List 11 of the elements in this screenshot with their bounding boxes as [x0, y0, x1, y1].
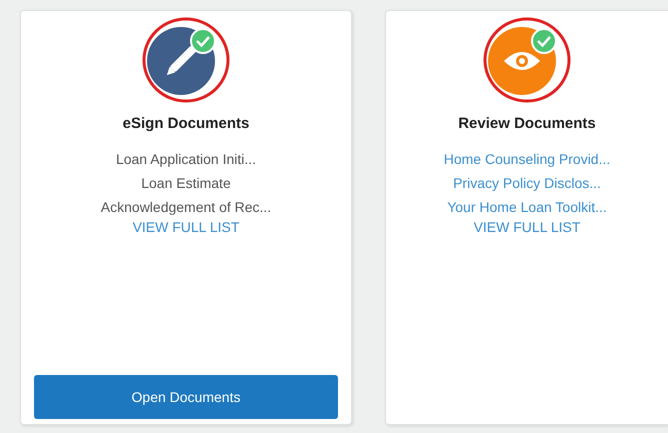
document-name: Loan Estimate [141, 175, 231, 191]
document-name: Acknowledgement of Rec... [100, 199, 272, 215]
open-documents-button[interactable]: Open Documents [34, 375, 338, 419]
card-title: Review Documents [458, 115, 596, 132]
document-link[interactable]: Your Home Loan Toolkit... [447, 199, 607, 215]
document-link[interactable]: Privacy Policy Disclos... [453, 175, 601, 191]
view-full-list-link[interactable]: VIEW FULL LIST [132, 219, 240, 235]
view-full-list-link[interactable]: VIEW FULL LIST [474, 219, 580, 235]
document-name: Loan Application Initi... [116, 151, 256, 167]
card-title: eSign Documents [122, 115, 250, 132]
document-link[interactable]: Home Counseling Provid... [444, 151, 610, 167]
